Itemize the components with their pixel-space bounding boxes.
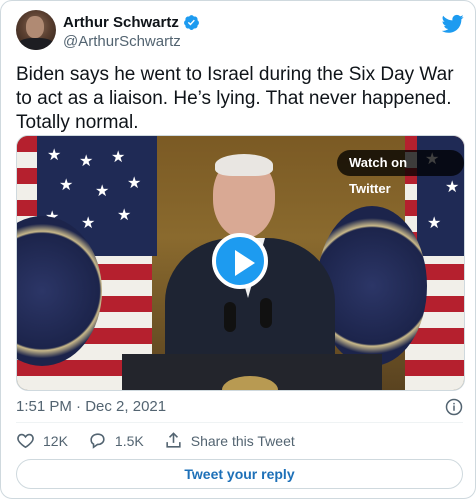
tweet-time: 1:51 PM xyxy=(16,398,72,415)
author-handle[interactable]: @ArthurSchwartz xyxy=(63,33,181,50)
author-name[interactable]: Arthur Schwartz xyxy=(63,14,200,31)
verified-badge-icon xyxy=(183,15,199,30)
like-count: 12K xyxy=(43,432,68,449)
like-button[interactable]: 12K xyxy=(16,431,68,450)
author-name-label: Arthur Schwartz xyxy=(63,14,179,31)
tweet-card: Arthur Schwartz @ArthurSchwartz Biden sa… xyxy=(0,0,476,499)
share-label: Share this Tweet xyxy=(190,432,295,449)
reply-count: 1.5K xyxy=(114,432,144,449)
video-player[interactable]: ★ ★ ★ ★ ★ ★ ★ ★ ★ ★ ★ ★ Watch on Twitter xyxy=(16,135,465,391)
info-icon[interactable] xyxy=(445,398,463,416)
divider xyxy=(16,422,463,423)
play-button[interactable] xyxy=(212,233,268,289)
reply-icon xyxy=(90,433,105,449)
share-button[interactable]: Share this Tweet xyxy=(164,431,295,450)
play-icon xyxy=(235,250,255,276)
watch-on-twitter-button[interactable]: Watch on Twitter xyxy=(337,150,464,196)
microphone-icon xyxy=(260,298,272,328)
action-bar: 12K 1.5K Share this Tweet xyxy=(16,431,315,450)
tweet-text: Biden says he went to Israel during the … xyxy=(16,64,454,133)
heart-icon xyxy=(17,433,34,449)
tweet-timestamp[interactable]: 1:51 PM · Dec 2, 2021 xyxy=(16,398,166,415)
twitter-bird-icon[interactable] xyxy=(442,14,464,34)
tweet-date: Dec 2, 2021 xyxy=(85,398,167,415)
avatar[interactable] xyxy=(16,10,56,50)
reply-button[interactable]: 1.5K xyxy=(88,431,144,450)
meta-separator: · xyxy=(71,398,86,415)
microphone-icon xyxy=(224,302,236,332)
share-icon xyxy=(166,432,181,448)
tweet-your-reply-button[interactable]: Tweet your reply xyxy=(16,459,463,489)
